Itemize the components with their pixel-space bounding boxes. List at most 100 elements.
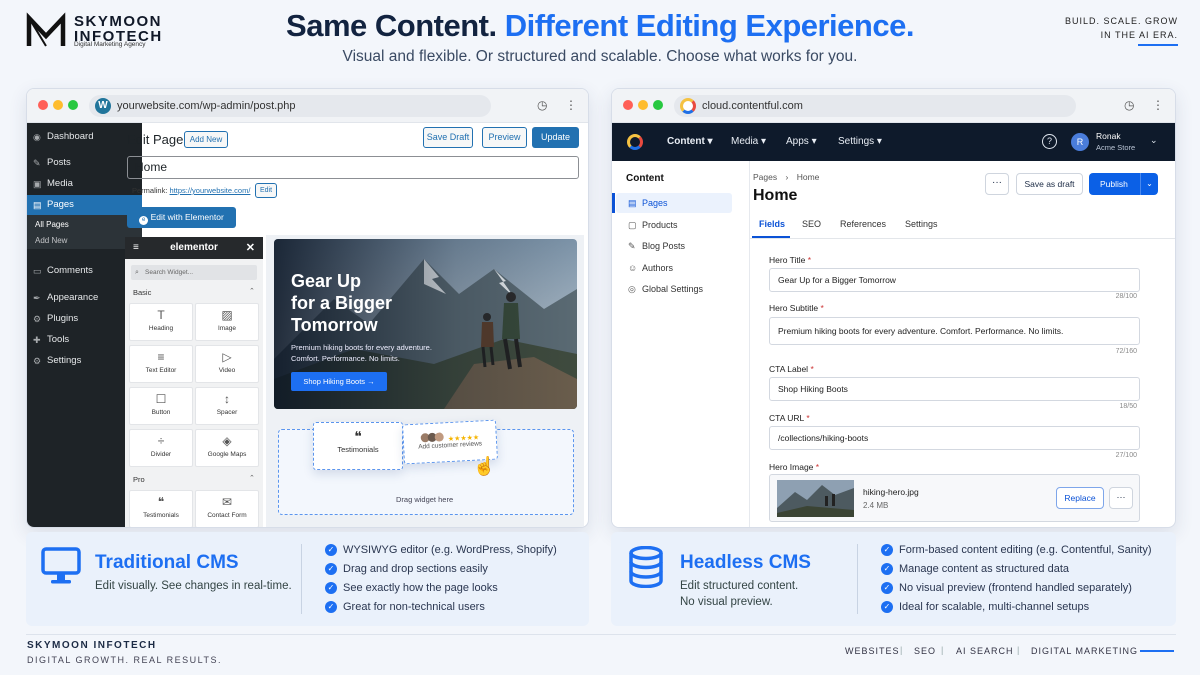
widget-testimonials[interactable]: ❝ Testimonials (129, 490, 193, 527)
sidebar-item-authors[interactable]: ☺ Authors (616, 258, 732, 278)
extension-icon[interactable]: ⋮ (565, 98, 577, 112)
cta-url-field[interactable]: /collections/hiking-boots (769, 426, 1140, 450)
sidebar-item-blog-posts[interactable]: ✎ Blog Posts (616, 236, 732, 256)
footer-separator: | (900, 645, 903, 655)
replace-button[interactable]: Replace (1056, 487, 1104, 509)
breadcrumb: Pages › Home (753, 172, 819, 182)
hero-cta-button[interactable]: Shop Hiking Boots → (291, 372, 387, 391)
help-icon[interactable]: ? (1042, 134, 1057, 149)
widget-image[interactable]: ▨ Image (195, 303, 259, 341)
publish-button[interactable]: Publish ⌄ (1089, 173, 1158, 195)
hero-preview[interactable]: Gear Up for a Bigger Tomorrow Premium hi… (274, 239, 577, 409)
headless-cms-desc-line2: No visual preview. (680, 596, 773, 608)
save-as-draft-button[interactable]: Save as draft (1016, 173, 1083, 195)
nav-apps[interactable]: Apps ▾ (786, 136, 817, 147)
timer-icon[interactable]: ◷ (1124, 98, 1134, 112)
breadcrumb-root[interactable]: Pages (753, 172, 777, 182)
close-dot[interactable] (623, 100, 633, 110)
chevron-up-icon[interactable]: ⌃ (249, 474, 255, 482)
headless-bullet: ✓ Manage content as structured data (881, 562, 1069, 576)
sidebar-item-pages[interactable]: ▤ Pages (27, 195, 142, 215)
field-label-text: Hero Image (769, 462, 814, 472)
breadcrumb-leaf: Home (796, 172, 820, 182)
quote-icon: ❝ (354, 428, 362, 444)
sidebar-item-pages[interactable]: ▤ Pages (616, 193, 732, 213)
edit-with-elementor-button[interactable]: e Edit with Elementor (127, 207, 236, 228)
widget-text-editor[interactable]: ≡ Text Editor (129, 345, 193, 383)
tab-references[interactable]: References (840, 219, 886, 229)
permalink-label: Permalink: (132, 186, 168, 195)
close-dot[interactable] (38, 100, 48, 110)
hamburger-icon[interactable]: ≡ (133, 237, 139, 259)
minimize-dot[interactable] (53, 100, 63, 110)
chevron-down-icon[interactable]: ⌄ (1150, 135, 1158, 146)
widget-google-maps[interactable]: ◈ Google Maps (195, 429, 259, 467)
chevron-down-icon[interactable]: ⌄ (1140, 173, 1158, 195)
nav-settings[interactable]: Settings ▾ (838, 136, 882, 147)
testimonials-drag-card[interactable]: ❝ Testimonials (313, 422, 403, 470)
widget-divider[interactable]: ÷ Divider (129, 429, 193, 467)
search-placeholder: Search Widget... (145, 269, 194, 276)
publish-label: Publish (1100, 179, 1128, 189)
close-icon[interactable]: ✕ (246, 237, 255, 259)
update-button[interactable]: Update (532, 127, 579, 148)
maximize-dot[interactable] (68, 100, 78, 110)
widget-button[interactable]: ☐ Button (129, 387, 193, 425)
elementor-title: elementor (170, 242, 218, 253)
elementor-header: ≡ elementor ✕ (125, 237, 263, 259)
hero-title-field[interactable]: Gear Up for a Bigger Tomorrow (769, 268, 1140, 292)
widget-spacer[interactable]: ↕ Spacer (195, 387, 259, 425)
timer-icon[interactable]: ◷ (537, 98, 547, 112)
more-options-icon[interactable]: ··· (1109, 487, 1133, 509)
sidebar-item-products[interactable]: ▢ Products (616, 215, 732, 235)
sidebar-item-media[interactable]: ▣ Media (27, 174, 142, 194)
sidebar-label: Settings (47, 355, 82, 366)
footer-link-seo[interactable]: SEO (914, 646, 936, 656)
extension-icon[interactable]: ⋮ (1152, 98, 1164, 112)
preview-button[interactable]: Preview (482, 127, 527, 148)
cta-label-field[interactable]: Shop Hiking Boots (769, 377, 1140, 401)
more-options-button[interactable]: ··· (985, 173, 1009, 195)
permalink-url[interactable]: https://yourwebsite.com/ (170, 186, 251, 195)
tab-seo[interactable]: SEO (802, 219, 821, 229)
minimize-dot[interactable] (638, 100, 648, 110)
url-text: cloud.contentful.com (702, 100, 803, 112)
footer-link-digital-marketing[interactable]: DIGITAL MARKETING (1031, 646, 1138, 656)
widget-heading[interactable]: T Heading (129, 303, 193, 341)
traditional-bullet: ✓ Great for non-technical users (325, 600, 485, 614)
nav-media[interactable]: Media ▾ (731, 136, 766, 147)
sidebar-item-global-settings[interactable]: ◎ Global Settings (616, 279, 732, 299)
avatar[interactable]: R (1071, 133, 1089, 151)
nav-content[interactable]: Content ▾ (667, 136, 713, 147)
avatars-group: ★★★★★ (403, 426, 495, 443)
submenu-all-pages[interactable]: All Pages (27, 220, 142, 229)
check-icon: ✓ (325, 601, 337, 613)
sidebar-label: Blog Posts (642, 241, 686, 251)
address-bar[interactable]: W yourwebsite.com/wp-admin/post.php (89, 95, 491, 117)
footer-link-ai-search[interactable]: AI SEARCH (956, 646, 1014, 656)
widget-video[interactable]: ▷ Video (195, 345, 259, 383)
tab-fields[interactable]: Fields (759, 219, 785, 229)
save-draft-button[interactable]: Save Draft (423, 127, 473, 148)
footer-link-websites[interactable]: WEBSITES (845, 646, 900, 656)
page-title-input[interactable]: Home (127, 156, 579, 179)
field-label-text: Hero Subtitle (769, 303, 819, 313)
required-marker: * (815, 462, 820, 472)
contentful-logo-icon[interactable] (627, 134, 643, 150)
permalink-edit-button[interactable]: Edit (255, 183, 277, 198)
hero-subtitle-counter: 72/160 (1115, 348, 1137, 355)
hero-subtitle-field[interactable]: Premium hiking boots for every adventure… (769, 317, 1140, 345)
add-new-button[interactable]: Add New (184, 131, 228, 148)
sidebar-item-dashboard[interactable]: ◉ Dashboard (27, 127, 142, 147)
widget-search-input[interactable]: ⌕ Search Widget... (131, 265, 257, 280)
tab-settings[interactable]: Settings (905, 219, 938, 229)
required-marker: * (810, 364, 814, 374)
pro-section-label: Pro (133, 475, 145, 484)
image-icon: ▨ (221, 308, 233, 322)
address-bar[interactable]: cloud.contentful.com (674, 95, 1076, 117)
widget-contact-form[interactable]: ✉ Contact Form (195, 490, 259, 527)
maximize-dot[interactable] (653, 100, 663, 110)
chevron-up-icon[interactable]: ⌃ (249, 287, 255, 295)
sidebar-item-posts[interactable]: ✎ Posts (27, 153, 142, 173)
user-org: Acme Store (1096, 143, 1136, 152)
